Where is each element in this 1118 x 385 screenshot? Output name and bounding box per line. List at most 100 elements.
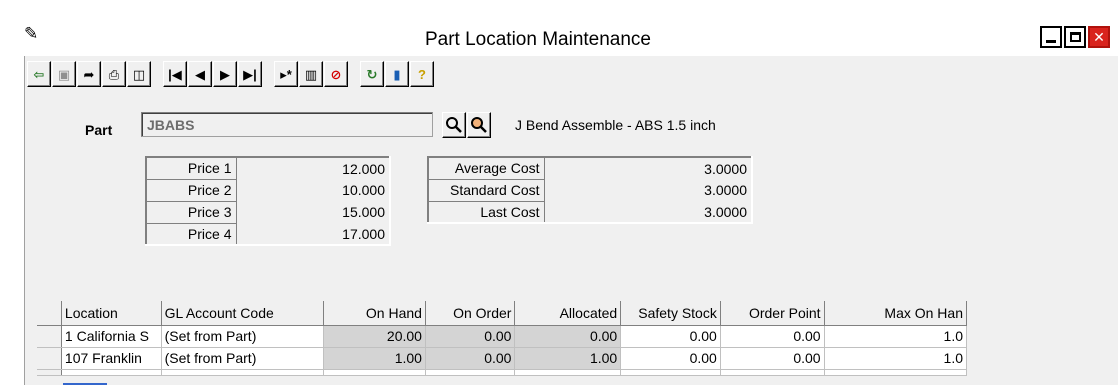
column-header-allocated[interactable]: Allocated: [514, 301, 622, 326]
cost-value: 3.0000: [704, 203, 747, 220]
price-label: Price 3: [146, 201, 237, 224]
on-hand-cell: 1.00: [323, 347, 426, 370]
exit-icon: ⇦: [33, 66, 45, 82]
cancel-button[interactable]: ⊘: [324, 61, 348, 87]
print-button[interactable]: ⎙: [102, 61, 126, 87]
new-cell: [514, 369, 622, 376]
row-selector[interactable]: [37, 347, 62, 370]
new-location-cell[interactable]: [61, 369, 162, 376]
refresh-button[interactable]: ↻: [360, 61, 384, 87]
title-bar: ✎ Part Location Maintenance ✕: [0, 0, 1118, 56]
location-grid: Location GL Account Code On Hand On Orde…: [37, 301, 968, 376]
help-button[interactable]: ?: [410, 61, 434, 87]
price-row: Price 3 15.000: [146, 201, 390, 224]
book-button[interactable]: ▮: [385, 61, 409, 87]
search-button[interactable]: [442, 112, 466, 138]
cost-label: Average Cost: [428, 157, 545, 180]
safety-stock-cell[interactable]: 0.00: [620, 325, 721, 348]
price-value: 12.000: [342, 160, 385, 177]
price-table: Price 1 12.000 Price 2 10.000 Price 3 15.00…: [145, 156, 391, 246]
maximize-icon: [1069, 32, 1081, 42]
max-on-hand-cell[interactable]: 1.0: [824, 325, 968, 348]
arrow-icon: ➦: [83, 66, 95, 82]
first-record-icon: |◀: [168, 66, 182, 82]
delete-button[interactable]: ▥: [299, 61, 323, 87]
new-cell: [323, 369, 426, 376]
price-row: Price 4 17.000: [146, 223, 390, 246]
row-selector[interactable]: [37, 325, 62, 348]
column-header-on-hand[interactable]: On Hand: [323, 301, 426, 326]
save-button[interactable]: ▣: [52, 61, 76, 87]
table-row[interactable]: 107 Franklin (Set from Part) 1.00 0.00 1…: [37, 347, 968, 370]
new-cell: [425, 369, 516, 376]
save-icon: ▣: [57, 66, 71, 82]
on-hand-cell: 20.00: [323, 325, 426, 348]
column-header-safety-stock[interactable]: Safety Stock: [620, 301, 721, 326]
price-row: Price 1 12.000: [146, 157, 390, 180]
allocated-cell: 0.00: [514, 325, 622, 348]
cost-row: Last Cost 3.0000: [428, 201, 752, 224]
close-button[interactable]: ✕: [1088, 26, 1110, 48]
new-cell[interactable]: [620, 369, 721, 376]
order-point-cell[interactable]: 0.00: [720, 325, 825, 348]
next-record-button[interactable]: ▶: [213, 61, 237, 87]
cost-table: Average Cost 3.0000 Standard Cost 3.0000 L…: [427, 156, 753, 224]
new-gl-account-cell[interactable]: [161, 369, 325, 376]
advanced-search-icon: [471, 117, 487, 133]
cost-label: Last Cost: [428, 201, 545, 224]
refresh-icon: ↻: [366, 66, 378, 82]
cost-row: Standard Cost 3.0000: [428, 179, 752, 202]
part-label: Part: [85, 122, 113, 138]
print-preview-icon: ◫: [132, 66, 146, 82]
row-selector[interactable]: [37, 369, 62, 376]
window-title: Part Location Maintenance: [424, 29, 652, 50]
location-cell[interactable]: 107 Franklin: [61, 347, 162, 370]
help-icon: ?: [418, 66, 426, 82]
price-label: Price 2: [146, 179, 237, 202]
new-record-icon: ▸*: [280, 66, 292, 82]
forward-button[interactable]: ➦: [77, 61, 101, 87]
safety-stock-cell[interactable]: 0.00: [620, 347, 721, 370]
next-record-icon: ▶: [220, 66, 230, 82]
price-row: Price 2 10.000: [146, 179, 390, 202]
form-body: ⇦ ▣ ➦ ⎙ ◫ |◀ ◀ ▶ ▶| ▸* ▥ ⊘ ↻ ▮ ? Part JB…: [24, 56, 1118, 385]
new-row[interactable]: [37, 369, 968, 376]
column-header-order-point[interactable]: Order Point: [720, 301, 825, 326]
minimize-icon: [1046, 39, 1056, 43]
allocated-cell: 1.00: [514, 347, 622, 370]
on-order-cell: 0.00: [425, 325, 516, 348]
column-header-gl-account-code[interactable]: GL Account Code: [161, 301, 325, 326]
cost-row: Average Cost 3.0000: [428, 157, 752, 180]
exit-button[interactable]: ⇦: [27, 61, 51, 87]
new-record-button[interactable]: ▸*: [274, 61, 298, 87]
close-icon: ✕: [1093, 28, 1105, 45]
location-cell[interactable]: 1 California S: [61, 325, 162, 348]
last-record-button[interactable]: ▶|: [238, 61, 262, 87]
order-point-cell[interactable]: 0.00: [720, 347, 825, 370]
last-record-icon: ▶|: [243, 66, 257, 82]
part-field[interactable]: JBABS: [141, 112, 433, 137]
gl-account-cell[interactable]: (Set from Part): [161, 347, 325, 370]
toolbar: ⇦ ▣ ➦ ⎙ ◫ |◀ ◀ ▶ ▶| ▸* ▥ ⊘ ↻ ▮ ?: [27, 58, 435, 90]
column-header-location[interactable]: Location: [61, 301, 162, 326]
maximize-button[interactable]: [1064, 26, 1086, 48]
table-row[interactable]: 1 California S (Set from Part) 20.00 0.0…: [37, 325, 968, 348]
new-cell[interactable]: [824, 369, 968, 376]
column-header-max-on-hand[interactable]: Max On Han: [824, 301, 968, 326]
column-header-on-order[interactable]: On Order: [425, 301, 516, 326]
print-preview-button[interactable]: ◫: [127, 61, 151, 87]
max-on-hand-cell[interactable]: 1.0: [824, 347, 968, 370]
cancel-icon: ⊘: [330, 66, 342, 82]
previous-record-icon: ◀: [195, 66, 205, 82]
search-icon: [446, 117, 462, 133]
cost-label: Standard Cost: [428, 179, 545, 202]
cost-value: 3.0000: [704, 160, 747, 177]
advanced-search-button[interactable]: [467, 112, 491, 138]
new-cell[interactable]: [720, 369, 825, 376]
price-value: 17.000: [342, 225, 385, 242]
previous-record-button[interactable]: ◀: [188, 61, 212, 87]
gl-account-cell[interactable]: (Set from Part): [161, 325, 325, 348]
first-record-button[interactable]: |◀: [163, 61, 187, 87]
minimize-button[interactable]: [1040, 26, 1062, 48]
book-icon: ▮: [393, 66, 401, 82]
